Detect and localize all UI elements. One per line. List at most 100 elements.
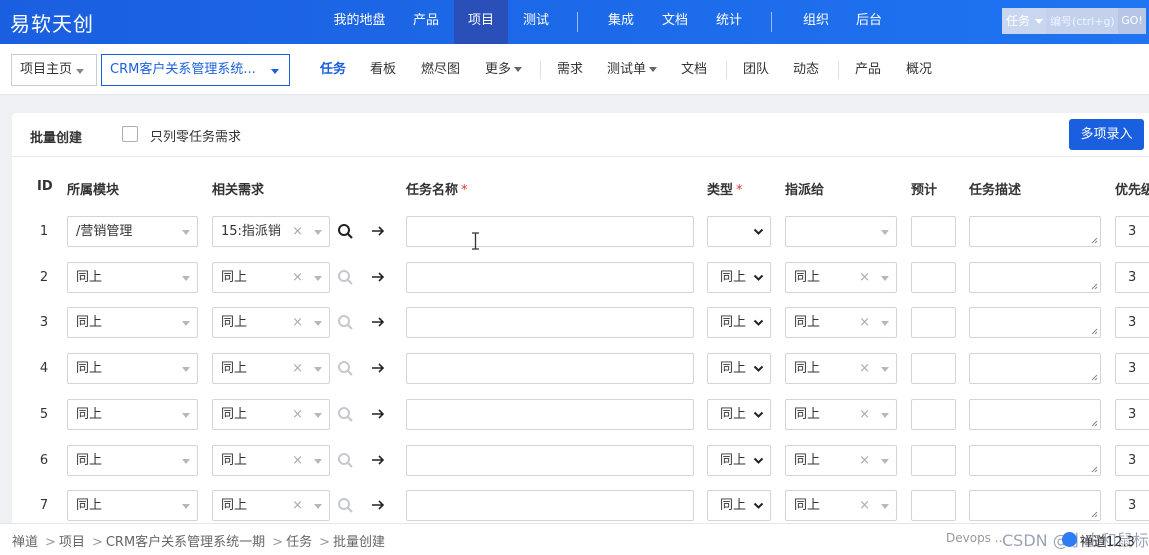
- multi-entry-button[interactable]: 多项录入: [1069, 119, 1144, 150]
- clear-icon[interactable]: ×: [292, 446, 303, 475]
- priority-select[interactable]: 3: [1115, 353, 1149, 384]
- search-icon[interactable]: [337, 269, 354, 286]
- priority-select[interactable]: 3: [1115, 262, 1149, 293]
- estimate-input[interactable]: [911, 262, 956, 293]
- nav-company[interactable]: 组织: [789, 0, 843, 44]
- priority-select[interactable]: 3: [1115, 216, 1149, 247]
- only-zero-task-label[interactable]: 只列零任务需求: [150, 126, 241, 145]
- breadcrumb-item[interactable]: 任务: [286, 535, 312, 550]
- task-desc-textarea[interactable]: [969, 262, 1101, 293]
- module-select[interactable]: 同上: [67, 399, 198, 430]
- task-name-input[interactable]: [406, 490, 1081, 521]
- clear-icon[interactable]: ×: [292, 400, 303, 429]
- clear-icon[interactable]: ×: [859, 446, 870, 475]
- resize-grip-icon[interactable]: [1091, 511, 1098, 518]
- priority-select[interactable]: 3: [1115, 399, 1149, 430]
- arrow-right-icon[interactable]: [370, 314, 386, 330]
- task-name-input[interactable]: [406, 307, 1081, 338]
- priority-select[interactable]: 3: [1115, 307, 1149, 338]
- arrow-right-icon[interactable]: [370, 360, 386, 376]
- tab-more[interactable]: 更多: [485, 44, 523, 95]
- task-desc-textarea[interactable]: [969, 399, 1101, 430]
- search-icon[interactable]: [337, 223, 354, 240]
- estimate-input[interactable]: [911, 445, 956, 476]
- estimate-input[interactable]: [911, 353, 956, 384]
- breadcrumb-item[interactable]: 禅道: [12, 535, 38, 550]
- arrow-right-icon[interactable]: [370, 223, 386, 239]
- search-icon[interactable]: [337, 360, 354, 377]
- search-icon[interactable]: [337, 452, 354, 469]
- task-name-input[interactable]: [406, 216, 1081, 247]
- type-select[interactable]: 同上: [707, 490, 771, 521]
- story-select[interactable]: 同上 ×: [212, 353, 330, 384]
- type-select[interactable]: 同上: [707, 445, 771, 476]
- arrow-right-icon[interactable]: [370, 497, 386, 513]
- search-input[interactable]: [1046, 8, 1118, 34]
- module-select[interactable]: 同上: [67, 353, 198, 384]
- module-select[interactable]: /营销管理: [67, 216, 198, 247]
- type-select[interactable]: 同上: [707, 399, 771, 430]
- resize-grip-icon[interactable]: [1091, 420, 1098, 427]
- story-select[interactable]: 同上 ×: [212, 262, 330, 293]
- assigned-select[interactable]: 同上 ×: [785, 490, 897, 521]
- clear-icon[interactable]: ×: [859, 308, 870, 337]
- tab-task[interactable]: 任务: [320, 44, 346, 95]
- estimate-input[interactable]: [911, 399, 956, 430]
- assigned-select[interactable]: 同上 ×: [785, 262, 897, 293]
- type-select[interactable]: 同上: [707, 353, 771, 384]
- story-select[interactable]: 同上 ×: [212, 445, 330, 476]
- nav-product[interactable]: 产品: [400, 0, 452, 44]
- version-label[interactable]: 禅道12.3: [1060, 531, 1149, 550]
- task-desc-textarea[interactable]: [969, 445, 1101, 476]
- type-select[interactable]: 同上: [707, 307, 771, 338]
- clear-icon[interactable]: ×: [292, 354, 303, 383]
- module-select[interactable]: 同上: [67, 262, 198, 293]
- project-switcher[interactable]: CRM客户关系管理系统...: [101, 54, 290, 86]
- task-name-input[interactable]: [406, 262, 1081, 293]
- nav-admin[interactable]: 后台: [843, 0, 895, 44]
- resize-grip-icon[interactable]: [1091, 466, 1098, 473]
- tab-view[interactable]: 概况: [906, 44, 932, 95]
- tab-doc[interactable]: 文档: [681, 44, 707, 95]
- nav-project[interactable]: 项目: [454, 0, 508, 44]
- module-select[interactable]: 同上: [67, 445, 198, 476]
- clear-icon[interactable]: ×: [292, 217, 303, 246]
- clear-icon[interactable]: ×: [292, 263, 303, 292]
- resize-grip-icon[interactable]: [1091, 328, 1098, 335]
- breadcrumb-item[interactable]: CRM客户关系管理系统一期: [106, 535, 265, 550]
- nav-my[interactable]: 我的地盘: [323, 0, 396, 44]
- clear-icon[interactable]: ×: [292, 308, 303, 337]
- arrow-right-icon[interactable]: [370, 269, 386, 285]
- clear-icon[interactable]: ×: [859, 263, 870, 292]
- project-home-dropdown[interactable]: 项目主页: [11, 54, 97, 86]
- task-desc-textarea[interactable]: [969, 307, 1101, 338]
- search-icon[interactable]: [337, 406, 354, 423]
- assigned-select[interactable]: [785, 216, 897, 247]
- clear-icon[interactable]: ×: [859, 400, 870, 429]
- nav-ci[interactable]: 集成: [594, 0, 648, 44]
- arrow-right-icon[interactable]: [370, 452, 386, 468]
- nav-doc[interactable]: 文档: [649, 0, 701, 44]
- type-select[interactable]: 同上: [707, 262, 771, 293]
- task-name-input[interactable]: [406, 353, 1081, 384]
- resize-grip-icon[interactable]: [1091, 237, 1098, 244]
- tab-story[interactable]: 需求: [557, 44, 583, 95]
- search-go-button[interactable]: GO!: [1118, 8, 1146, 34]
- module-select[interactable]: 同上: [67, 490, 198, 521]
- module-select[interactable]: 同上: [67, 307, 198, 338]
- estimate-input[interactable]: [911, 216, 956, 247]
- only-zero-task-checkbox[interactable]: [122, 126, 138, 142]
- type-select[interactable]: [707, 216, 771, 247]
- assigned-select[interactable]: 同上 ×: [785, 307, 897, 338]
- search-icon[interactable]: [337, 497, 354, 514]
- tab-kanban[interactable]: 看板: [370, 44, 396, 95]
- estimate-input[interactable]: [911, 490, 956, 521]
- story-select[interactable]: 15:指派销 ×: [212, 216, 330, 247]
- arrow-right-icon[interactable]: [370, 406, 386, 422]
- estimate-input[interactable]: [911, 307, 956, 338]
- clear-icon[interactable]: ×: [292, 491, 303, 520]
- clear-icon[interactable]: ×: [859, 491, 870, 520]
- clear-icon[interactable]: ×: [859, 354, 870, 383]
- tab-testtask[interactable]: 测试单: [607, 44, 658, 95]
- task-name-input[interactable]: [406, 399, 1081, 430]
